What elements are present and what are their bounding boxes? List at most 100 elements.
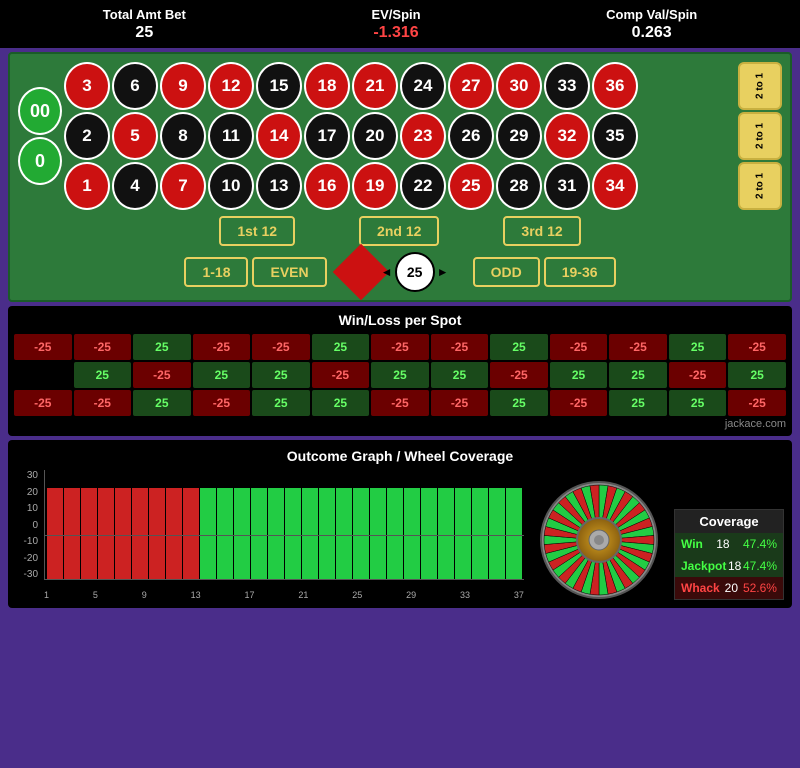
num-cell[interactable]: 25 [448,162,494,210]
wl-cell[interactable]: 25 [609,390,667,416]
num-cell[interactable]: 18 [304,62,350,110]
wl-cell[interactable]: 25 [312,334,370,360]
num-cell[interactable]: 9 [160,62,206,110]
num-cell[interactable]: 34 [592,162,638,210]
wl-cell[interactable]: 25 [312,390,370,416]
num-cell[interactable]: 30 [496,62,542,110]
chart-bar [387,488,403,579]
num-cell[interactable]: 36 [592,62,638,110]
num-cell[interactable]: 28 [496,162,542,210]
wl-cell[interactable]: 25 [669,390,727,416]
chart-bar [302,488,318,579]
num-cell[interactable]: 16 [304,162,350,210]
nineteen-thirtysix-button[interactable]: 19-36 [544,257,616,287]
num-cell[interactable]: 8 [160,112,206,160]
num-cell[interactable]: 3 [64,62,110,110]
num-cell[interactable]: 31 [544,162,590,210]
wl-cell[interactable]: -25 [669,362,727,388]
num-cell[interactable]: 24 [400,62,446,110]
number-row-bot: 1 4 7 10 13 16 19 22 25 28 31 34 [64,162,736,210]
wl-cell[interactable]: -25 [371,334,429,360]
chart-bar [370,488,386,579]
zero-cell[interactable]: 0 [18,137,62,185]
jackpot-label: Jackpot [681,559,726,573]
wl-cell[interactable]: 25 [193,362,251,388]
wl-cell[interactable]: 25 [371,362,429,388]
num-cell[interactable]: 33 [544,62,590,110]
two-to-one-bot[interactable]: 2 to 1 [738,162,782,210]
third-twelve-button[interactable]: 3rd 12 [503,216,580,246]
num-cell[interactable]: 13 [256,162,302,210]
chart-bar [455,488,471,579]
wl-cell[interactable]: -25 [193,334,251,360]
wl-cell[interactable]: 25 [133,390,191,416]
wl-cell[interactable]: 25 [728,362,786,388]
first-twelve-button[interactable]: 1st 12 [219,216,295,246]
wl-cell[interactable]: -25 [609,334,667,360]
wl-cell[interactable]: -25 [431,334,489,360]
num-cell[interactable]: 10 [208,162,254,210]
wl-cell[interactable]: -25 [193,390,251,416]
odd-button[interactable]: ODD [473,257,540,287]
wl-cell[interactable]: 25 [550,362,608,388]
num-cell[interactable]: 7 [160,162,206,210]
even-button[interactable]: EVEN [252,257,326,287]
wl-cell[interactable]: -25 [371,390,429,416]
num-cell[interactable]: 21 [352,62,398,110]
second-twelve-button[interactable]: 2nd 12 [359,216,439,246]
num-cell[interactable]: 26 [448,112,494,160]
num-cell[interactable]: 22 [400,162,446,210]
wl-cell[interactable]: -25 [728,334,786,360]
one-eighteen-button[interactable]: 1-18 [184,257,248,287]
num-cell[interactable]: 35 [592,112,638,160]
wl-cell[interactable]: -25 [490,362,548,388]
wl-cell[interactable]: 25 [490,390,548,416]
wl-cell[interactable]: -25 [14,334,72,360]
num-cell[interactable]: 29 [496,112,542,160]
num-cell[interactable]: 12 [208,62,254,110]
wl-cell[interactable]: -25 [133,362,191,388]
total-amt-bet-label: Total Amt Bet [103,7,186,22]
wl-cell[interactable]: -25 [74,390,132,416]
comp-val-spin-item: Comp Val/Spin 0.263 [606,6,697,42]
wl-cell[interactable]: -25 [252,334,310,360]
wl-cell[interactable]: -25 [312,362,370,388]
num-cell[interactable]: 27 [448,62,494,110]
num-cell[interactable]: 15 [256,62,302,110]
wl-cell[interactable]: 25 [252,362,310,388]
num-cell[interactable]: 19 [352,162,398,210]
wl-cell[interactable]: -25 [550,334,608,360]
chart-bar [472,488,488,579]
two-to-one-mid[interactable]: 2 to 1 [738,112,782,160]
num-cell[interactable]: 20 [352,112,398,160]
wl-cell[interactable]: 25 [490,334,548,360]
wl-cell[interactable]: 25 [669,334,727,360]
wl-cell[interactable]: 25 [609,362,667,388]
chart-bar [64,488,80,579]
chart-bar [183,488,199,579]
num-cell[interactable]: 14 [256,112,302,160]
wl-cell[interactable]: 25 [252,390,310,416]
two-to-one-top[interactable]: 2 to 1 [738,62,782,110]
chart-bar [404,488,420,579]
double-zero-cell[interactable]: 00 [18,87,62,135]
num-cell[interactable]: 23 [400,112,446,160]
wl-cell[interactable]: -25 [431,390,489,416]
num-cell[interactable]: 4 [112,162,158,210]
num-cell[interactable]: 1 [64,162,110,210]
wl-cell[interactable]: -25 [728,390,786,416]
wl-cell[interactable]: -25 [74,334,132,360]
num-cell[interactable]: 32 [544,112,590,160]
ev-spin-label: EV/Spin [371,7,420,22]
num-cell[interactable]: 11 [208,112,254,160]
num-cell[interactable]: 17 [304,112,350,160]
wl-cell[interactable]: -25 [14,390,72,416]
wl-cell[interactable]: -25 [550,390,608,416]
wl-cell[interactable]: 25 [431,362,489,388]
wl-cell[interactable]: 25 [133,334,191,360]
wl-cell[interactable]: 25 [74,362,132,388]
num-cell[interactable]: 6 [112,62,158,110]
num-cell[interactable]: 5 [112,112,158,160]
num-cell[interactable]: 2 [64,112,110,160]
dozen-bets-row: 1st 12 2nd 12 3rd 12 [18,216,782,246]
